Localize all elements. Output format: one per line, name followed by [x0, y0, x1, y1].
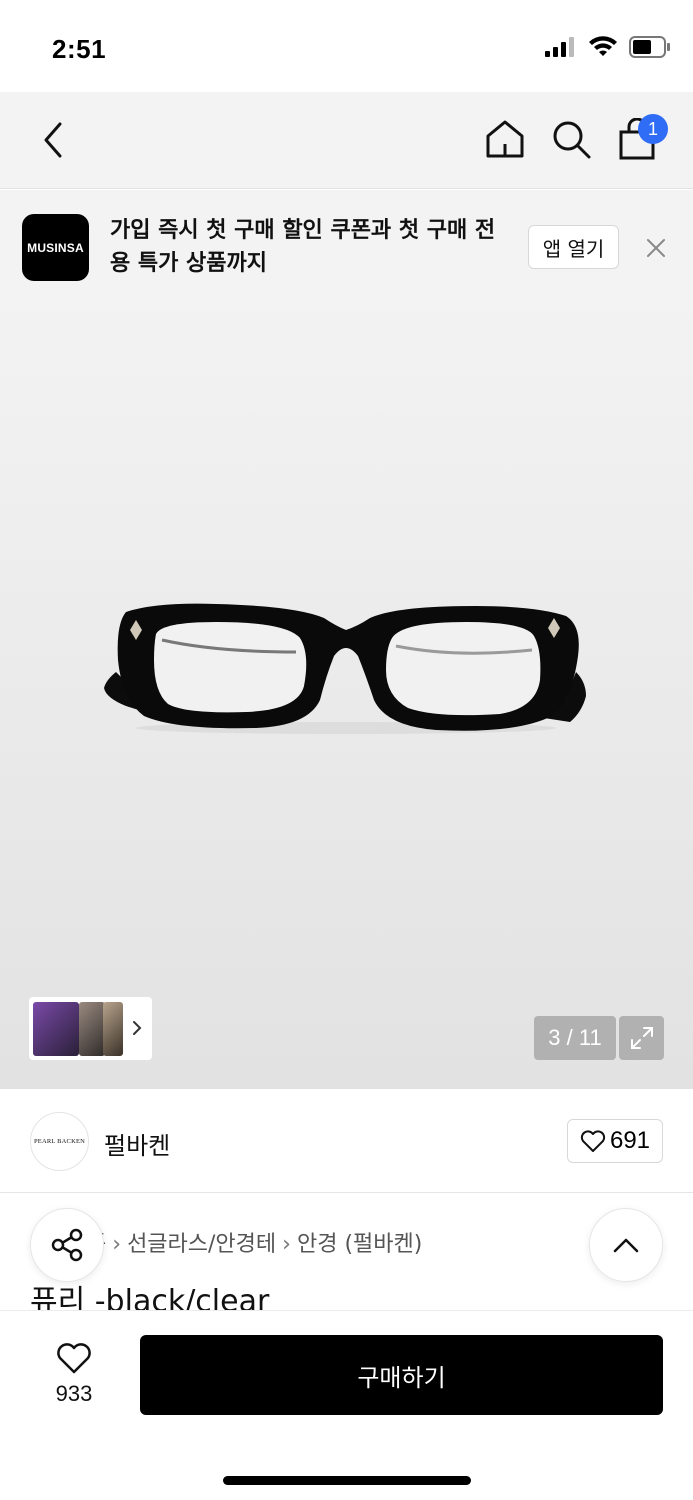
share-icon [51, 1228, 83, 1262]
open-app-button[interactable]: 앱 열기 [528, 225, 619, 269]
share-button[interactable] [30, 1208, 104, 1282]
review-thumb [79, 1002, 105, 1056]
search-icon[interactable] [550, 118, 592, 160]
banner-message: 가입 즉시 첫 구매 할인 쿠폰과 첫 구매 전용 특가 상품까지 [110, 218, 496, 276]
musinsa-logo: MUSINSA [22, 214, 89, 281]
home-icon[interactable] [484, 118, 526, 160]
cart-button[interactable]: 1 [616, 114, 668, 162]
purchase-bar: 933 구매하기 [0, 1310, 693, 1500]
brand-like-count: 691 [609, 1127, 651, 1154]
heart-icon [580, 1130, 606, 1152]
top-nav: 1 [0, 92, 693, 189]
breadcrumb-item[interactable]: 안경 (펄바켄) [297, 1232, 422, 1257]
review-thumb [33, 1002, 79, 1056]
expand-button[interactable] [619, 1016, 664, 1060]
wifi-icon [589, 36, 617, 56]
product-image-gallery[interactable]: 3 / 11 [0, 300, 693, 1089]
breadcrumb-item[interactable]: 선글라스/안경테 [127, 1232, 276, 1257]
wishlist-button[interactable]: 933 [36, 1341, 112, 1421]
review-thumb [103, 1002, 123, 1056]
cart-count-badge: 1 [638, 114, 668, 144]
battery-icon [629, 36, 670, 58]
status-icons [545, 36, 671, 58]
brand-logo[interactable]: PEARL BACKEN [30, 1112, 89, 1171]
app-download-banner: MUSINSA 가입 즉시 첫 구매 할인 쿠폰과 첫 구매 전용 특가 상품까… [0, 190, 693, 300]
close-icon[interactable] [644, 236, 668, 260]
home-indicator [223, 1476, 471, 1485]
expand-icon [630, 1027, 653, 1049]
status-time: 2:51 [52, 34, 107, 64]
brand-row: PEARL BACKEN 펄바켄 691 [0, 1090, 693, 1193]
buy-button[interactable]: 구매하기 [140, 1335, 663, 1415]
breadcrumb-separator: › [282, 1232, 291, 1257]
chevron-up-icon [613, 1238, 639, 1253]
breadcrumb-separator: › [112, 1232, 122, 1257]
heart-icon [57, 1343, 91, 1374]
scroll-top-button[interactable] [589, 1208, 663, 1282]
signal-icon [545, 37, 574, 57]
back-icon[interactable] [36, 120, 72, 160]
review-thumbnails[interactable] [29, 997, 152, 1060]
brand-like-button[interactable]: 691 [567, 1119, 663, 1163]
brand-name[interactable]: 펄바켄 [104, 1126, 170, 1161]
wishlist-count: 933 [55, 1381, 93, 1406]
chevron-right-icon [133, 1021, 142, 1035]
status-bar: 2:51 [0, 0, 693, 92]
product-photo-glasses [104, 603, 586, 734]
image-counter: 3 / 11 [534, 1016, 616, 1060]
